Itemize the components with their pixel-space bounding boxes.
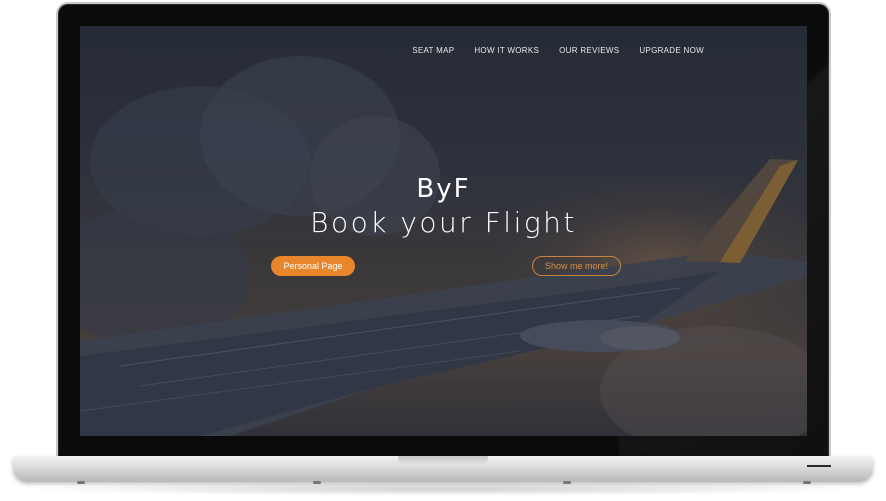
hero-title: Book your Flight (310, 206, 577, 239)
laptop-foot (803, 481, 811, 484)
show-me-more-button[interactable]: Show me more! (532, 256, 621, 276)
trackpad-notch (398, 456, 488, 466)
laptop-foot (313, 481, 321, 484)
laptop-shadow (20, 482, 866, 496)
nav-seat-map[interactable]: SEAT MAP (412, 46, 454, 55)
laptop-foot (563, 481, 571, 484)
top-navigation: SEAT MAP HOW IT WORKS OUR REVIEWS UPGRAD… (412, 46, 704, 55)
nav-upgrade-now[interactable]: UPGRADE NOW (639, 46, 704, 55)
personal-page-button[interactable]: Personal Page (271, 256, 355, 276)
laptop-foot (77, 481, 85, 484)
laptop-base (13, 456, 873, 484)
laptop-screen: SEAT MAP HOW IT WORKS OUR REVIEWS UPGRAD… (80, 26, 807, 436)
status-light (807, 465, 831, 467)
nav-our-reviews[interactable]: OUR REVIEWS (559, 46, 619, 55)
nav-how-it-works[interactable]: HOW IT WORKS (474, 46, 539, 55)
site-logo: ByF (416, 174, 471, 204)
